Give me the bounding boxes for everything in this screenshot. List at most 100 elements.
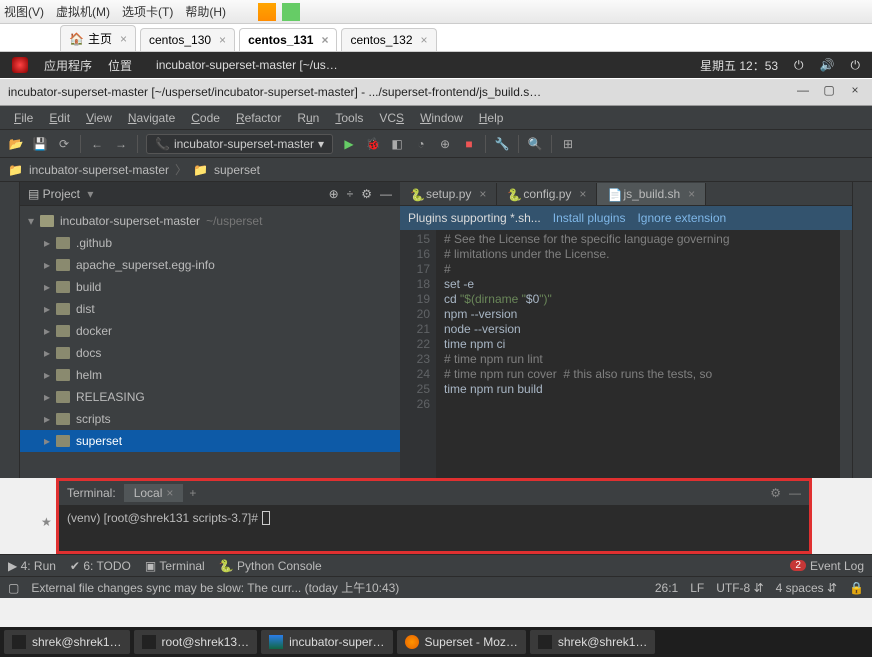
search-icon[interactable]: 🔍 bbox=[527, 136, 543, 152]
tab-centos130[interactable]: centos_130 × bbox=[140, 28, 235, 51]
chevron-right-icon[interactable]: ▸ bbox=[44, 324, 56, 338]
volume-icon[interactable]: 🔊 bbox=[820, 58, 835, 72]
project-tree[interactable]: ▾ incubator-superset-master ~/usperset ▸… bbox=[20, 206, 400, 478]
close-icon[interactable]: × bbox=[219, 33, 226, 47]
tree-item-docs[interactable]: ▸docs bbox=[20, 342, 400, 364]
forward-icon[interactable]: → bbox=[113, 136, 129, 152]
task-terminal-2[interactable]: root@shrek13… bbox=[134, 630, 258, 654]
tab-setup-py[interactable]: 🐍setup.py× bbox=[400, 183, 497, 205]
terminal-tab-local[interactable]: Local × bbox=[124, 484, 184, 502]
indent-setting[interactable]: 4 spaces ⇵ bbox=[776, 581, 837, 595]
chevron-right-icon[interactable]: ▸ bbox=[44, 236, 56, 250]
close-icon[interactable]: × bbox=[166, 486, 173, 500]
tree-item-docker[interactable]: ▸docker bbox=[20, 320, 400, 342]
menu-edit[interactable]: Edit bbox=[43, 109, 76, 127]
menu-code[interactable]: Code bbox=[185, 109, 226, 127]
menu-window[interactable]: Window bbox=[414, 109, 469, 127]
open-icon[interactable]: 📂 bbox=[8, 136, 24, 152]
ignore-extension-link[interactable]: Ignore extension bbox=[637, 211, 726, 225]
line-separator[interactable]: LF bbox=[690, 581, 704, 595]
tab-centos131[interactable]: centos_131 × bbox=[239, 28, 337, 51]
menu-vm[interactable]: 虚拟机(M) bbox=[56, 3, 110, 20]
menu-file[interactable]: File bbox=[8, 109, 39, 127]
tab-centos132[interactable]: centos_132 × bbox=[341, 28, 436, 51]
event-log[interactable]: 2 Event Log bbox=[790, 559, 864, 573]
coverage-icon[interactable]: ◧ bbox=[389, 136, 405, 152]
maximize-button[interactable]: ▢ bbox=[820, 83, 838, 101]
close-button[interactable]: × bbox=[846, 83, 864, 101]
code-content[interactable]: # See the License for the specific langu… bbox=[436, 230, 840, 478]
close-icon[interactable]: × bbox=[479, 187, 486, 201]
menu-view[interactable]: View bbox=[80, 109, 118, 127]
menu-vcs[interactable]: VCS bbox=[373, 109, 410, 127]
code-editor[interactable]: 151617181920212223242526 # See the Licen… bbox=[400, 230, 852, 478]
chevron-right-icon[interactable]: ▸ bbox=[44, 434, 56, 448]
activities-icon[interactable] bbox=[12, 57, 28, 73]
tool-todo[interactable]: ✔ 6: TODO bbox=[70, 559, 131, 573]
lock-icon[interactable]: 🔒 bbox=[849, 581, 864, 595]
hide-icon[interactable]: — bbox=[789, 486, 801, 500]
debug-icon[interactable]: 🐞 bbox=[365, 136, 381, 152]
places-menu[interactable]: 位置 bbox=[108, 57, 132, 74]
project-view-selector[interactable]: ▤ Project ▾ bbox=[28, 187, 93, 201]
chevron-down-icon[interactable]: ▾ bbox=[28, 214, 40, 228]
tab-config-py[interactable]: 🐍config.py× bbox=[497, 183, 597, 205]
tree-item-RELEASING[interactable]: ▸RELEASING bbox=[20, 386, 400, 408]
back-icon[interactable]: ← bbox=[89, 136, 105, 152]
collapse-icon[interactable]: ÷ bbox=[347, 187, 354, 201]
settings-icon[interactable]: 🔧 bbox=[494, 136, 510, 152]
run-config-selector[interactable]: 📞 incubator-superset-master ▾ bbox=[146, 134, 333, 154]
power-icon[interactable]: ⏻ bbox=[851, 58, 861, 73]
gear-icon[interactable]: ⚙ bbox=[770, 486, 781, 500]
menu-run[interactable]: Run bbox=[291, 109, 325, 127]
tree-item-dist[interactable]: ▸dist bbox=[20, 298, 400, 320]
minimize-button[interactable]: — bbox=[794, 83, 812, 101]
tab-home[interactable]: 🏠 主页 × bbox=[60, 25, 136, 51]
tree-item-build[interactable]: ▸build bbox=[20, 276, 400, 298]
refresh-icon[interactable]: ⟳ bbox=[56, 136, 72, 152]
tab-js-build-sh[interactable]: 📄js_build.sh× bbox=[597, 183, 706, 205]
chevron-right-icon[interactable]: ▸ bbox=[44, 302, 56, 316]
profile-icon[interactable]: ◔ bbox=[413, 136, 429, 152]
tree-item-helm[interactable]: ▸helm bbox=[20, 364, 400, 386]
task-pycharm[interactable]: incubator-super… bbox=[261, 630, 392, 654]
chevron-right-icon[interactable]: ▸ bbox=[44, 368, 56, 382]
chevron-right-icon[interactable]: ▸ bbox=[44, 280, 56, 294]
hide-icon[interactable]: — bbox=[380, 187, 392, 201]
attach-icon[interactable]: ⊕ bbox=[437, 136, 453, 152]
menu-tools[interactable]: Tools bbox=[329, 109, 369, 127]
gear-icon[interactable]: ⚙ bbox=[361, 187, 372, 201]
run-icon[interactable]: ▶ bbox=[341, 136, 357, 152]
close-icon[interactable]: × bbox=[688, 187, 695, 201]
tree-item-superset[interactable]: ▸superset bbox=[20, 430, 400, 452]
chevron-right-icon[interactable]: ▸ bbox=[44, 258, 56, 272]
tool-python-console[interactable]: 🐍 Python Console bbox=[219, 559, 322, 573]
pause-icon[interactable] bbox=[258, 3, 276, 21]
breadcrumb-child[interactable]: superset bbox=[214, 163, 260, 177]
menu-view[interactable]: 视图(V) bbox=[4, 3, 44, 20]
menu-navigate[interactable]: Navigate bbox=[122, 109, 181, 127]
save-icon[interactable]: 💾 bbox=[32, 136, 48, 152]
tree-item-apache-superset-egg-info[interactable]: ▸apache_superset.egg-info bbox=[20, 254, 400, 276]
install-plugins-link[interactable]: Install plugins bbox=[553, 211, 626, 225]
task-terminal-3[interactable]: shrek@shrek1… bbox=[530, 630, 656, 654]
tool-terminal[interactable]: ▣ Terminal bbox=[145, 559, 205, 573]
close-icon[interactable]: × bbox=[120, 32, 127, 46]
close-icon[interactable]: × bbox=[579, 187, 586, 201]
stop-icon[interactable]: ■ bbox=[461, 136, 477, 152]
scrollbar[interactable] bbox=[840, 230, 852, 478]
breadcrumb-root[interactable]: incubator-superset-master bbox=[29, 163, 169, 177]
network-icon[interactable]: ⏻ bbox=[794, 58, 804, 73]
tree-item--github[interactable]: ▸.github bbox=[20, 232, 400, 254]
task-terminal-1[interactable]: shrek@shrek1… bbox=[4, 630, 130, 654]
cursor-position[interactable]: 26:1 bbox=[655, 581, 678, 595]
status-icon[interactable]: ▢ bbox=[8, 581, 19, 595]
favorite-icon[interactable]: ★ bbox=[41, 515, 52, 529]
add-terminal-button[interactable]: + bbox=[189, 486, 196, 500]
tree-root[interactable]: ▾ incubator-superset-master ~/usperset bbox=[20, 210, 400, 232]
menu-help[interactable]: 帮助(H) bbox=[185, 3, 226, 20]
clock[interactable]: 星期五 12：53 bbox=[700, 57, 778, 74]
file-encoding[interactable]: UTF-8 ⇵ bbox=[716, 581, 763, 595]
chevron-right-icon[interactable]: ▸ bbox=[44, 390, 56, 404]
tool-run[interactable]: ▶ 4: Run bbox=[8, 559, 56, 573]
